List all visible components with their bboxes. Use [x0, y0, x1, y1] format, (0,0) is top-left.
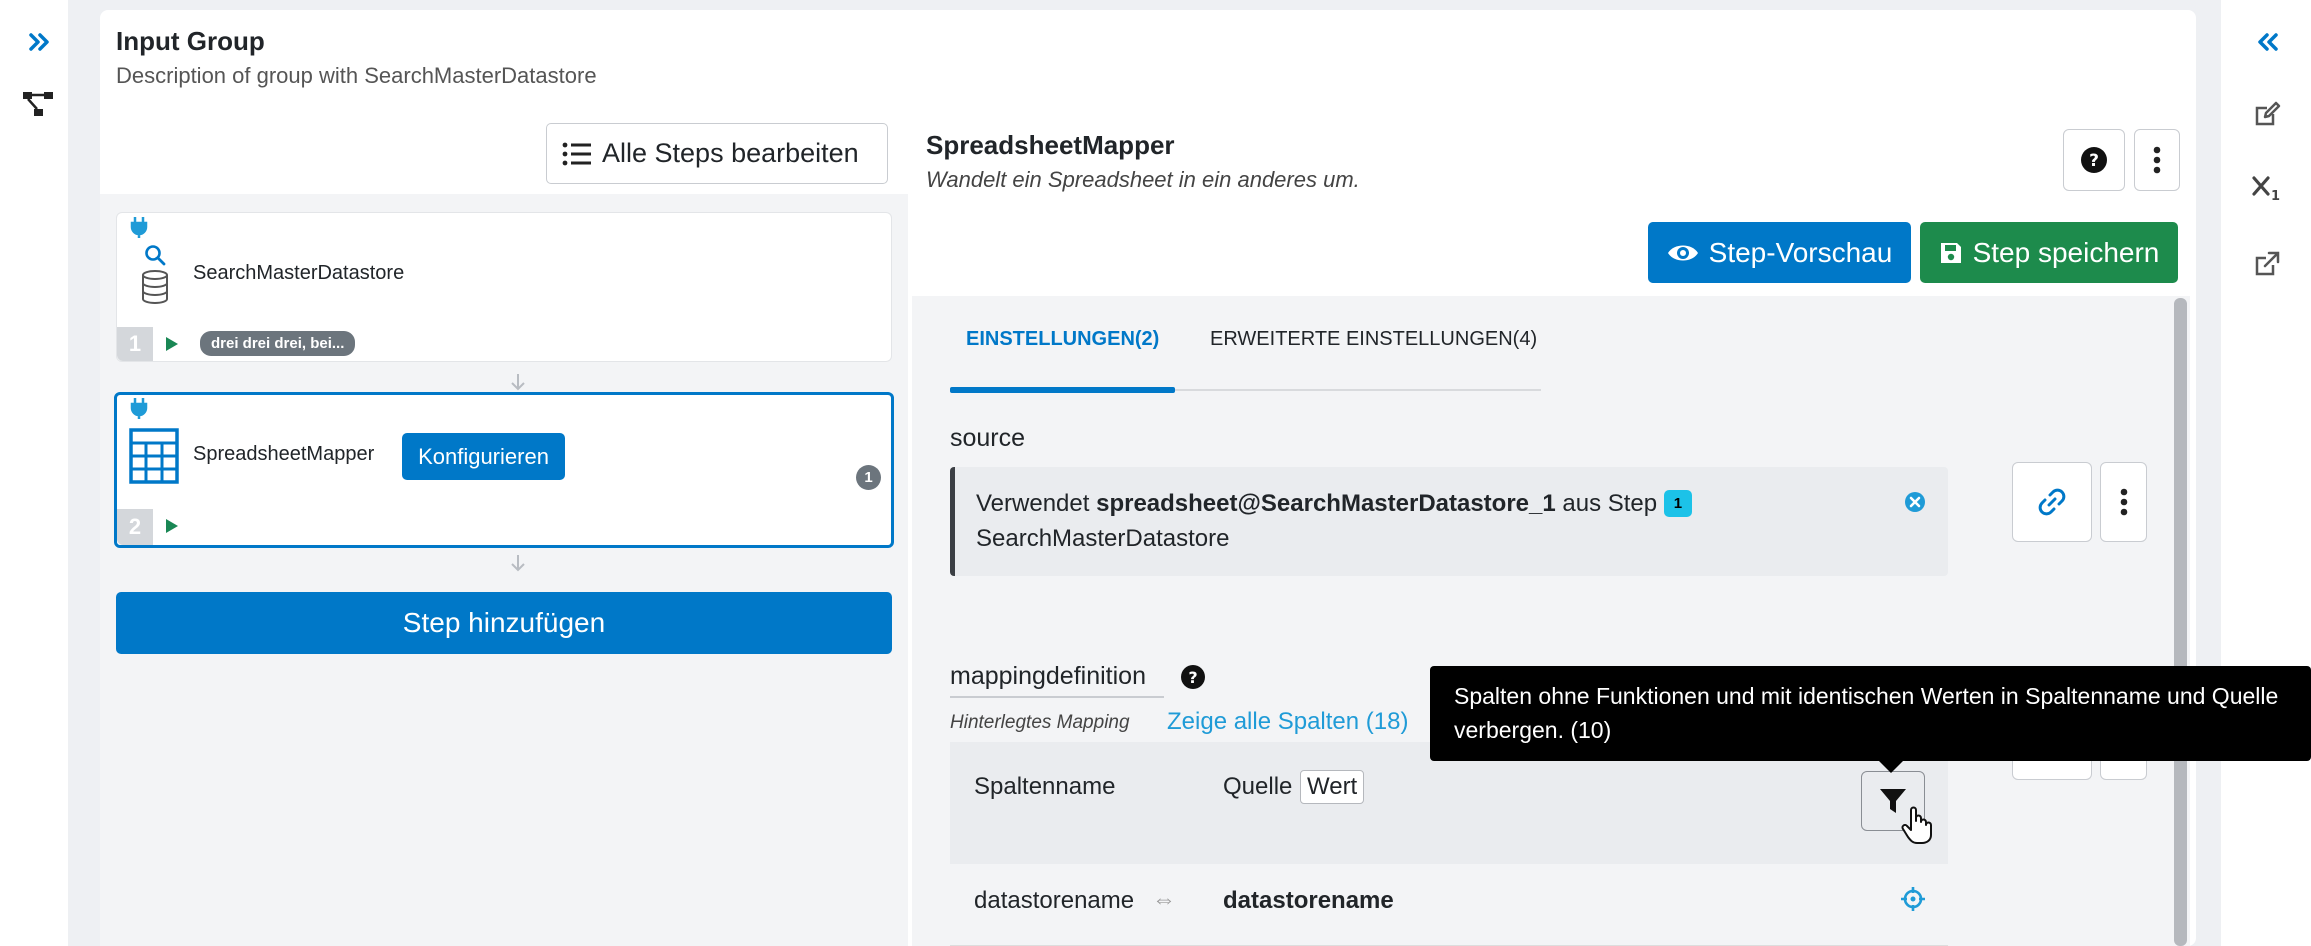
source-variable: spreadsheet@SearchMasterDatastore_1 — [1096, 490, 1556, 517]
arrow-down-icon — [508, 553, 528, 573]
source-text-prefix: Verwendet — [976, 490, 1090, 517]
mapping-label: mappingdefinition — [950, 662, 1146, 690]
edit-all-steps-button[interactable]: Alle Steps bearbeiten — [546, 123, 888, 184]
step-detail-title: SpreadsheetMapper — [926, 130, 1175, 160]
eye-icon — [1667, 242, 1699, 264]
question-circle-icon[interactable]: ? — [1180, 664, 1206, 690]
filter-tooltip: Spalten ohne Funktionen und mit identisc… — [1430, 666, 2311, 761]
search-icon — [144, 244, 166, 266]
remove-icon[interactable] — [1904, 491, 1926, 513]
tab-advanced-settings[interactable]: ERWEITERTE EINSTELLUNGEN(4) — [1210, 328, 1537, 351]
source-text: Verwendet spreadsheet@SearchMasterDatast… — [976, 490, 1693, 518]
table-icon — [129, 428, 179, 484]
show-all-columns-link[interactable]: Zeige alle Spalten (18) — [1167, 708, 1408, 736]
hand-cursor-icon — [1900, 805, 1934, 845]
vertical-dots-icon — [2153, 146, 2161, 174]
source-box — [950, 467, 1948, 576]
step-tag: drei drei drei, bei... — [200, 331, 356, 356]
save-step-label: Step speichern — [1972, 236, 2160, 268]
save-step-button[interactable]: Step speichern — [1920, 222, 2178, 283]
list-icon — [562, 141, 592, 167]
play-icon[interactable] — [166, 519, 178, 533]
step-preview-label: Step-Vorschau — [1708, 236, 1893, 268]
link-icon — [2037, 487, 2067, 517]
add-step-button[interactable]: Step hinzufügen — [116, 592, 892, 654]
right-sidebar: 1 — [2221, 0, 2311, 946]
tab-settings[interactable]: EINSTELLUNGEN(2) — [966, 328, 1159, 351]
link-button[interactable] — [2012, 462, 2092, 542]
svg-text:?: ? — [2089, 151, 2099, 171]
mapping-hint: Hinterlegtes Mapping — [950, 712, 1130, 733]
edit-icon[interactable] — [2245, 92, 2289, 136]
svg-text:?: ? — [1188, 668, 1197, 687]
edit-all-steps-label: Alle Steps bearbeiten — [602, 138, 859, 168]
help-button[interactable]: ? — [2063, 129, 2125, 191]
more-options-button[interactable] — [2134, 129, 2180, 191]
vertical-dots-icon — [2120, 488, 2128, 516]
database-icon — [140, 270, 170, 304]
svg-text:1: 1 — [2271, 189, 2280, 201]
scrollbar-thumb[interactable] — [2174, 298, 2187, 946]
row-source: datastorename — [1223, 887, 1394, 914]
step-preview-button[interactable]: Step-Vorschau — [1648, 222, 1911, 283]
floppy-disk-icon — [1939, 241, 1963, 265]
step-name: SearchMasterDatastore — [193, 262, 405, 284]
double-chevron-left-icon[interactable] — [2245, 20, 2289, 64]
step-number: 2 — [117, 509, 153, 545]
tooltip-arrow — [1878, 760, 1904, 773]
tab-active-indicator — [950, 387, 1175, 393]
crosshair-icon[interactable] — [1900, 886, 1926, 912]
step-name: SpreadsheetMapper — [193, 443, 375, 465]
plug-icon — [130, 397, 148, 419]
source-step-name: SearchMasterDatastore — [976, 525, 1230, 552]
arrow-down-icon — [508, 372, 528, 392]
column-header-source: Quelle — [1223, 773, 1293, 800]
bidirectional-arrow-icon: ⇔ — [1152, 886, 1176, 913]
source-text-mid: aus Step — [1562, 490, 1658, 517]
subscript-icon[interactable]: 1 — [2245, 166, 2289, 210]
row-column-name: datastorename — [974, 887, 1135, 914]
plug-icon — [130, 216, 148, 238]
group-title: Input Group — [116, 26, 265, 56]
double-chevron-right-icon[interactable] — [18, 20, 62, 64]
source-step-badge: 1 — [1663, 490, 1693, 517]
left-sidebar — [0, 0, 68, 946]
step-detail-description: Wandelt ein Spreadsheet in ein anderes u… — [926, 167, 1360, 192]
count-badge: 1 — [856, 465, 881, 490]
mapping-underline — [950, 696, 1164, 698]
workflow-tree-icon[interactable] — [16, 82, 60, 126]
source-more-button[interactable] — [2100, 462, 2147, 542]
external-link-icon[interactable] — [2245, 242, 2289, 286]
step-number: 1 — [117, 327, 153, 361]
group-description: Description of group with SearchMasterDa… — [116, 63, 597, 88]
column-header-value: Wert — [1300, 770, 1365, 804]
source-label: source — [950, 424, 1026, 452]
question-circle-icon: ? — [2080, 146, 2108, 174]
play-icon[interactable] — [166, 337, 178, 351]
configure-button[interactable]: Konfigurieren — [402, 433, 565, 480]
column-header-name: Spaltenname — [974, 773, 1116, 800]
